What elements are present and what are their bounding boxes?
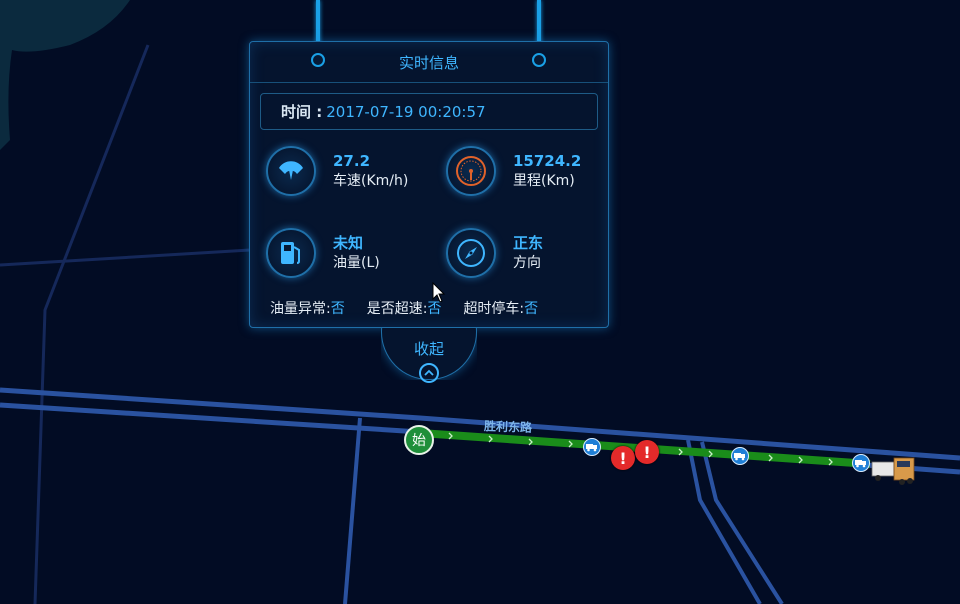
direction-value: 正东 xyxy=(513,234,544,252)
panel-hanger-dot-right xyxy=(532,53,546,67)
time-label: 时间 : xyxy=(281,103,323,121)
flag-overtime-parking: 超时停车:否 xyxy=(463,301,539,317)
metric-direction: 正东 方向 xyxy=(446,228,543,278)
collapse-label[interactable]: 收起 xyxy=(381,338,477,359)
start-marker[interactable]: 始 xyxy=(404,425,434,455)
status-flags: 油量异常:否 是否超速:否 超时停车:否 xyxy=(270,298,538,318)
time-value: 2017-07-19 00:20:57 xyxy=(326,102,486,121)
minor-roads xyxy=(0,44,251,604)
speed-value: 27.2 xyxy=(333,152,371,170)
mileage-value: 15724.2 xyxy=(513,152,582,170)
fuel-label: 油量(L) xyxy=(333,255,380,271)
metric-fuel: 未知 油量(L) xyxy=(266,228,380,278)
metric-mileage: 15724.2 里程(Km) xyxy=(446,146,581,196)
vehicle-truck-icon[interactable] xyxy=(871,457,915,485)
water-area xyxy=(0,0,130,150)
panel-title: 实时信息 xyxy=(250,42,608,83)
road-name-label: 胜利东路 xyxy=(483,419,533,435)
truck-point-icon[interactable] xyxy=(852,454,870,472)
mouse-cursor-icon xyxy=(432,282,446,303)
alert-marker[interactable]: ! xyxy=(611,446,635,470)
fuel-value: 未知 xyxy=(333,234,364,252)
flag-overspeed: 是否超速:否 xyxy=(366,301,442,317)
mileage-label: 里程(Km) xyxy=(513,173,575,189)
direction-label: 方向 xyxy=(513,255,541,271)
truck-point-icon[interactable] xyxy=(583,438,601,456)
time-row: 时间 : 2017-07-19 00:20:57 xyxy=(260,93,598,130)
truck-point-icon[interactable] xyxy=(731,447,749,465)
flag-fuel-abnormal: 油量异常:否 xyxy=(270,301,345,317)
chevron-up-icon[interactable] xyxy=(419,363,439,383)
speed-label: 车速(Km/h) xyxy=(333,173,409,189)
fuel-pump-icon xyxy=(266,228,316,278)
metric-speed: 27.2 车速(Km/h) xyxy=(266,146,408,196)
compass-icon xyxy=(446,228,496,278)
realtime-info-panel: 实时信息 时间 : 2017-07-19 00:20:57 27.2 车速(Km… xyxy=(249,41,609,328)
panel-hanger-dot-left xyxy=(311,53,325,67)
odometer-icon xyxy=(446,146,496,196)
speedometer-icon xyxy=(266,146,316,196)
alert-marker[interactable]: ! xyxy=(635,440,659,464)
